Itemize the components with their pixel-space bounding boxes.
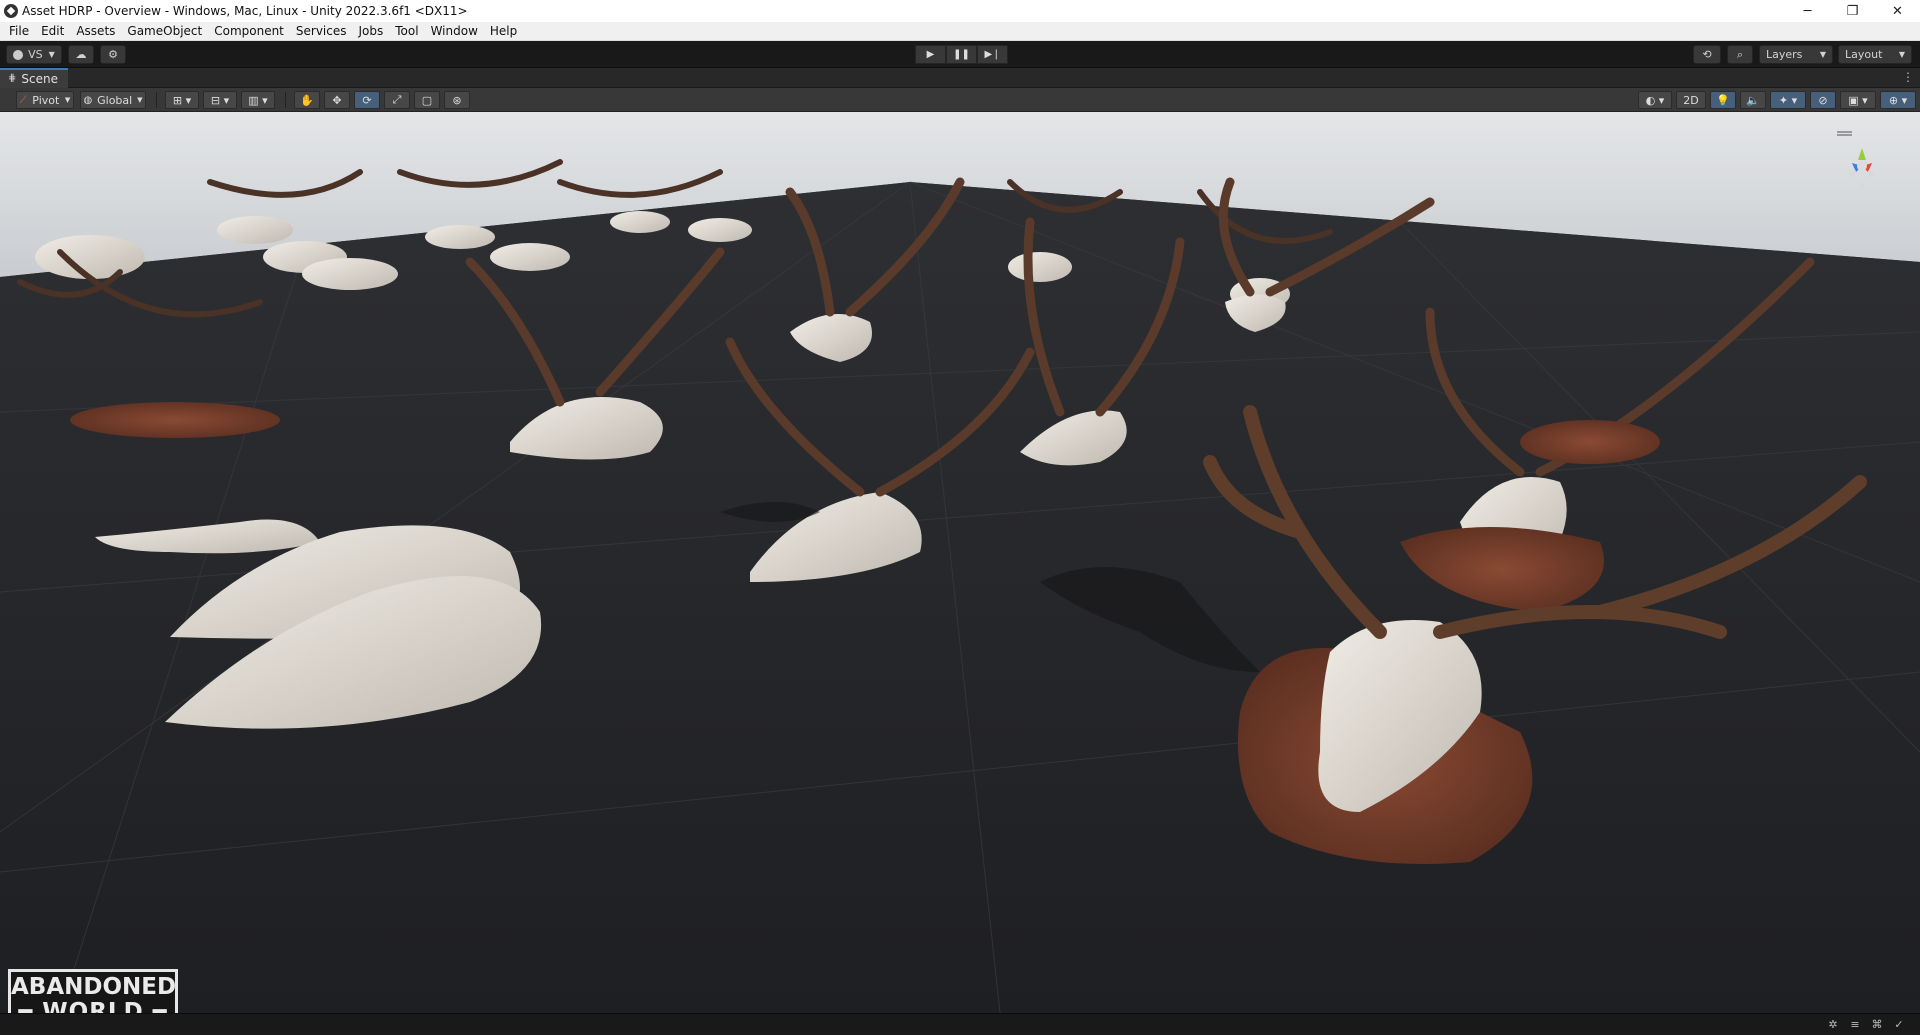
scale-icon: ⤢ bbox=[392, 93, 402, 106]
restore-button[interactable]: ❐ bbox=[1830, 0, 1875, 22]
minimize-button[interactable]: ─ bbox=[1785, 0, 1830, 22]
grid-snapping-dropdown[interactable]: ⊟ ▾ bbox=[203, 91, 237, 109]
network-icon[interactable]: ⌘ bbox=[1870, 1018, 1884, 1032]
audio-toggle[interactable]: 🔈 bbox=[1740, 91, 1766, 109]
effects-dropdown[interactable]: ✦ ▾ bbox=[1770, 91, 1806, 109]
pivot-toggle[interactable]: ⟋ Pivot ▼ bbox=[16, 91, 74, 109]
chevron-down-icon: ▼ bbox=[48, 50, 55, 59]
draw-mode-dropdown[interactable]: ◐ ▾ bbox=[1638, 91, 1672, 109]
chevron-down-icon: ▼ bbox=[137, 96, 143, 104]
abandoned-world-logo: ABANDONED ━ WORLD ━ bbox=[8, 969, 178, 1013]
toggle-2d-button[interactable]: 2D bbox=[1676, 91, 1706, 109]
transform-icon: ⊛ bbox=[452, 93, 462, 107]
move-tool-button[interactable]: ✥ bbox=[324, 91, 350, 109]
lighting-toggle[interactable]: 💡 bbox=[1710, 91, 1736, 109]
playmode-controls: ▶ ❚❚ ▶❘ bbox=[915, 45, 1008, 64]
grid-visibility-icon: ⊞ ▾ bbox=[172, 93, 192, 107]
window-titlebar: Asset HDRP - Overview - Windows, Mac, Li… bbox=[0, 0, 1920, 22]
search-button[interactable]: ⌕ bbox=[1727, 45, 1753, 64]
menu-edit[interactable]: Edit bbox=[35, 24, 70, 38]
tab-scene-label: Scene bbox=[21, 71, 58, 86]
scene-grid-icon: ⋕ bbox=[8, 73, 17, 84]
hand-icon: ✋ bbox=[300, 93, 314, 107]
chevron-down-icon: ▼ bbox=[1898, 50, 1905, 59]
window-title: Asset HDRP - Overview - Windows, Mac, Li… bbox=[22, 4, 468, 18]
increment-snap-icon: ▥ ▾ bbox=[248, 93, 268, 107]
layers-dropdown[interactable]: Layers ▼ bbox=[1759, 45, 1833, 64]
lightbulb-icon: 💡 bbox=[1716, 93, 1730, 107]
menu-bar: File Edit Assets GameObject Component Se… bbox=[0, 22, 1920, 41]
account-dropdown[interactable]: VS ▼ bbox=[6, 45, 62, 64]
menu-file[interactable]: File bbox=[3, 24, 35, 38]
bug-icon[interactable]: ✲ bbox=[1826, 1018, 1840, 1032]
global-toggle[interactable]: ◍ Global ▼ bbox=[80, 91, 146, 109]
layout-label: Layout bbox=[1845, 48, 1883, 61]
menu-services[interactable]: Services bbox=[290, 24, 353, 38]
scale-tool-button[interactable]: ⤢ bbox=[384, 91, 410, 109]
undo-history-button[interactable]: ⟲ bbox=[1693, 45, 1721, 64]
layers-stack-icon[interactable]: ≡ bbox=[1848, 1018, 1862, 1032]
move-icon: ✥ bbox=[332, 93, 342, 107]
gizmo-center[interactable] bbox=[1857, 161, 1867, 171]
menu-tool[interactable]: Tool bbox=[389, 24, 424, 38]
hidden-objects-toggle[interactable]: ⊘ bbox=[1810, 91, 1836, 109]
close-button[interactable]: ✕ bbox=[1875, 0, 1920, 22]
account-icon bbox=[13, 49, 24, 60]
menu-window[interactable]: Window bbox=[425, 24, 484, 38]
cloud-icon: ☁ bbox=[75, 48, 87, 61]
pause-button[interactable]: ❚❚ bbox=[946, 45, 977, 64]
menu-gameobject[interactable]: GameObject bbox=[121, 24, 208, 38]
step-button[interactable]: ▶❘ bbox=[977, 45, 1008, 64]
global-label: Global bbox=[97, 93, 133, 107]
gizmos-icon: ⊕ ▾ bbox=[1888, 93, 1908, 107]
cloud-button[interactable]: ☁ bbox=[68, 45, 94, 64]
account-label: VS bbox=[28, 48, 43, 61]
menu-help[interactable]: Help bbox=[484, 24, 523, 38]
transform-tool-button[interactable]: ⊛ bbox=[444, 91, 470, 109]
history-icon: ⟲ bbox=[1702, 48, 1712, 61]
scene-view-toolbar: ⟋ Pivot ▼ ◍ Global ▼ ⊞ ▾ ⊟ ▾ ▥ ▾ ✋ ✥ ⟳ ⤢… bbox=[0, 88, 1920, 112]
chevron-down-icon: ▼ bbox=[64, 96, 71, 104]
status-bar: ✲ ≡ ⌘ ✓ bbox=[0, 1013, 1920, 1035]
gizmos-dropdown[interactable]: ⊕ ▾ bbox=[1880, 91, 1916, 109]
menu-assets[interactable]: Assets bbox=[70, 24, 121, 38]
increment-snap-dropdown[interactable]: ▥ ▾ bbox=[241, 91, 275, 109]
search-icon: ⌕ bbox=[1736, 47, 1744, 61]
layout-dropdown[interactable]: Layout ▼ bbox=[1838, 45, 1912, 64]
play-button[interactable]: ▶ bbox=[915, 45, 946, 64]
rect-tool-button[interactable]: ▢ bbox=[414, 91, 440, 109]
eye-slash-icon: ⊘ bbox=[1818, 93, 1828, 107]
effects-icon: ✦ ▾ bbox=[1778, 93, 1798, 107]
tab-scene[interactable]: ⋕ Scene bbox=[0, 67, 68, 88]
rotate-tool-button[interactable]: ⟳ bbox=[354, 91, 380, 109]
orientation-gizmo[interactable] bbox=[1832, 130, 1892, 200]
menu-component[interactable]: Component bbox=[208, 24, 290, 38]
chevron-down-icon: ▼ bbox=[1819, 50, 1826, 59]
scene-viewport[interactable]: ABANDONED ━ WORLD ━ bbox=[0, 112, 1920, 1013]
rect-icon: ▢ bbox=[421, 93, 433, 107]
mode-2d-label: 2D bbox=[1683, 93, 1699, 107]
main-toolbar: VS ▼ ☁ ⚙ ▶ ❚❚ ▶❘ ⟲ ⌕ Layers ▼ Layout ▼ bbox=[0, 41, 1920, 68]
globe-icon: ◍ bbox=[83, 94, 93, 106]
scene-render bbox=[0, 112, 1920, 1013]
scene-tab-bar: ⋕ Scene ⋮ bbox=[0, 67, 1920, 88]
layers-label: Layers bbox=[1766, 48, 1803, 61]
draw-mode-icon: ◐ ▾ bbox=[1645, 93, 1665, 107]
unity-logo-icon bbox=[4, 4, 18, 18]
collab-icon: ⚙ bbox=[108, 48, 118, 61]
check-icon[interactable]: ✓ bbox=[1892, 1018, 1906, 1032]
menu-jobs[interactable]: Jobs bbox=[353, 24, 390, 38]
grid-snap-dropdown[interactable]: ⊞ ▾ bbox=[165, 91, 199, 109]
audio-icon: 🔈 bbox=[1746, 93, 1760, 107]
hand-tool-button[interactable]: ✋ bbox=[294, 91, 320, 109]
rotate-icon: ⟳ bbox=[362, 93, 372, 107]
grid-snap-icon: ⊟ ▾ bbox=[210, 93, 230, 107]
pivot-label: Pivot bbox=[32, 93, 60, 107]
more-options-icon[interactable]: ⋮ bbox=[1902, 70, 1914, 84]
camera-dropdown[interactable]: ▣ ▾ bbox=[1840, 91, 1876, 109]
camera-icon: ▣ ▾ bbox=[1848, 93, 1868, 107]
collab-button[interactable]: ⚙ bbox=[100, 45, 126, 64]
pivot-icon: ⟋ bbox=[19, 94, 27, 106]
gizmo-y-axis[interactable] bbox=[1858, 148, 1866, 160]
